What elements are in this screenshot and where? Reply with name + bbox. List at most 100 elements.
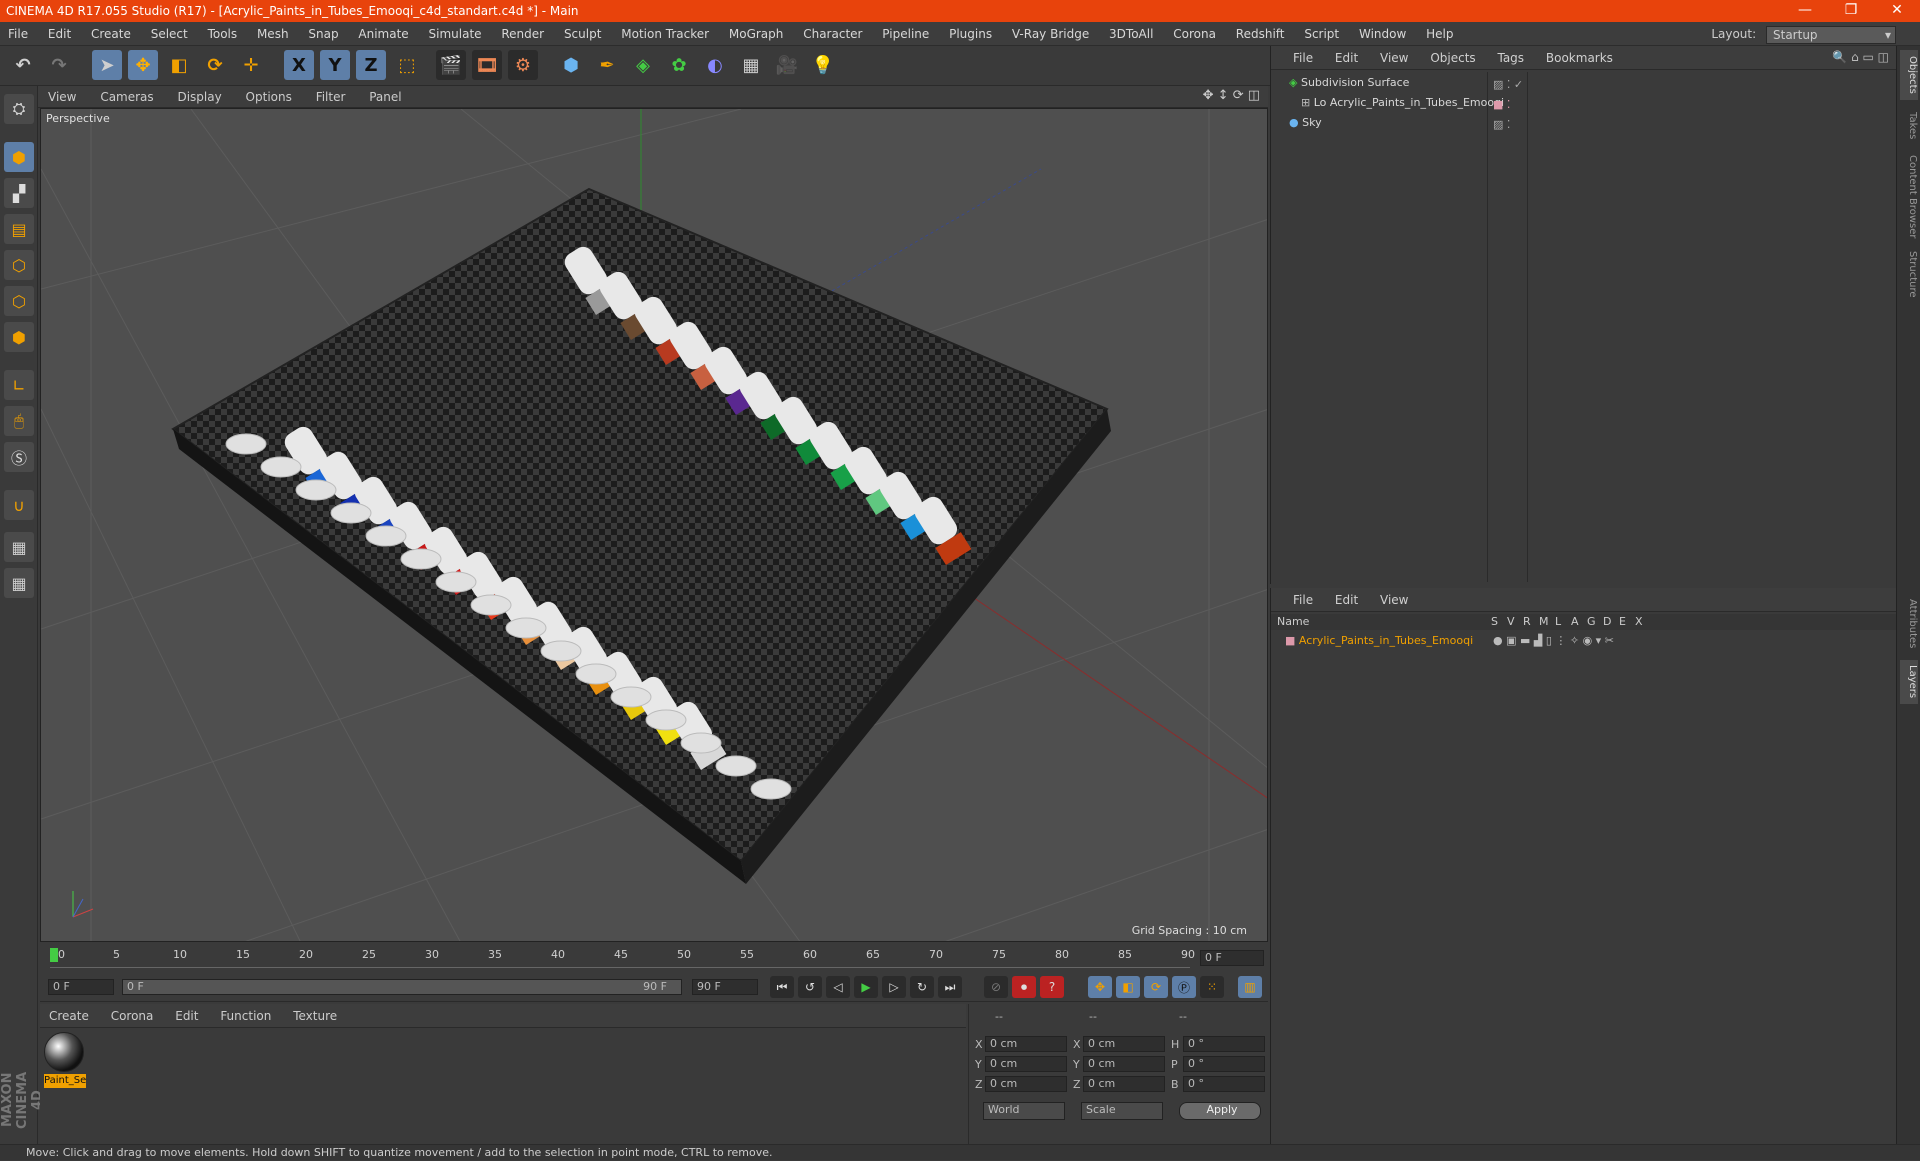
workplane-icon[interactable]: ▤ — [4, 214, 34, 244]
menu-redshift[interactable]: Redshift — [1228, 22, 1293, 46]
points-mode-icon[interactable]: ⬡ — [4, 250, 34, 280]
menu-vray-bridge[interactable]: V-Ray Bridge — [1004, 22, 1097, 46]
menu-window[interactable]: Window — [1351, 22, 1414, 46]
material-menu-edit[interactable]: Edit — [166, 1004, 207, 1028]
current-frame-field[interactable]: 0 F — [1200, 950, 1264, 966]
previous-frame-icon[interactable]: ◁ — [826, 976, 850, 998]
tab-content-browser[interactable]: Content Browser — [1900, 152, 1918, 242]
menu-animate[interactable]: Animate — [350, 22, 416, 46]
redo-icon[interactable]: ↷ — [44, 50, 74, 80]
key-position-icon[interactable]: ✥ — [1088, 976, 1112, 998]
record-keys-icon[interactable]: ⏺ — [1012, 976, 1036, 998]
layer-menu-file[interactable]: File — [1271, 588, 1322, 612]
previous-key-icon[interactable]: ↺ — [798, 976, 822, 998]
polygons-mode-icon[interactable]: ⬢ — [4, 322, 34, 352]
render-picture-viewer-icon[interactable]: 🎞 — [472, 50, 502, 80]
next-frame-icon[interactable]: ▷ — [882, 976, 906, 998]
model-mode-icon[interactable]: ⬢ — [4, 142, 34, 172]
menu-create[interactable]: Create — [83, 22, 139, 46]
coordinate-space-dropdown[interactable]: World — [983, 1102, 1065, 1120]
autokey-icon[interactable]: ? — [1040, 976, 1064, 998]
object-menu-objects[interactable]: Objects — [1421, 46, 1484, 70]
render-view-icon[interactable]: 🎬 — [436, 50, 466, 80]
z-axis-toggle[interactable]: Z — [356, 50, 386, 80]
menu-render[interactable]: Render — [493, 22, 552, 46]
locked-workplane-icon[interactable]: ▦ — [4, 532, 34, 562]
tab-objects[interactable]: Objects — [1900, 50, 1918, 100]
menu-corona[interactable]: Corona — [1165, 22, 1224, 46]
menu-snap[interactable]: Snap — [300, 22, 346, 46]
material-tag-icon[interactable]: ■ ⁚ — [1493, 98, 1510, 111]
object-menu-view[interactable]: View — [1371, 46, 1417, 70]
tweak-mode-icon[interactable]: 🖱 — [4, 406, 34, 436]
menu-3dtoall[interactable]: 3DToAll — [1101, 22, 1161, 46]
material-menu-function[interactable]: Function — [211, 1004, 280, 1028]
end-frame-field[interactable]: 90 F — [692, 979, 758, 995]
key-rotation-icon[interactable]: ⟳ — [1144, 976, 1168, 998]
expand-icon[interactable]: ⊞ — [1301, 96, 1310, 109]
position-x-field[interactable]: 0 cm — [985, 1036, 1067, 1052]
object-row-subdivision-surface[interactable]: ◈ Subdivision Surface — [1289, 74, 1409, 92]
menu-help[interactable]: Help — [1418, 22, 1461, 46]
close-button[interactable]: ✕ — [1874, 0, 1920, 22]
move-tool-icon[interactable]: ✥ — [128, 50, 158, 80]
menu-select[interactable]: Select — [143, 22, 196, 46]
cloner-icon[interactable]: ✿ — [664, 50, 694, 80]
menu-tools[interactable]: Tools — [200, 22, 246, 46]
menu-mograph[interactable]: MoGraph — [721, 22, 792, 46]
object-menu-bookmarks[interactable]: Bookmarks — [1537, 46, 1622, 70]
play-icon[interactable]: ▶ — [854, 976, 878, 998]
go-to-start-icon[interactable]: ⏮ — [770, 976, 794, 998]
menu-character[interactable]: Character — [795, 22, 870, 46]
object-row-acrylic-paints[interactable]: ⊞ Lo Acrylic_Paints_in_Tubes_Emooqi — [1301, 94, 1504, 112]
coordinate-mode-dropdown[interactable]: Scale — [1081, 1102, 1163, 1120]
layer-menu-edit[interactable]: Edit — [1326, 588, 1367, 612]
object-row-sky[interactable]: ● Sky — [1289, 114, 1322, 132]
material-menu-corona[interactable]: Corona — [102, 1004, 163, 1028]
playhead[interactable] — [50, 948, 58, 962]
menu-simulate[interactable]: Simulate — [421, 22, 490, 46]
tab-structure[interactable]: Structure — [1900, 246, 1918, 302]
layer-toggle-icons[interactable]: ● ▣ ▬ ▟ ▯ ⋮ ✧ ◉ ▾ ✂ — [1493, 634, 1614, 647]
camera-icon[interactable]: 🎥 — [772, 50, 802, 80]
solo-mode-icon[interactable]: Ⓢ — [4, 442, 34, 472]
tab-takes[interactable]: Takes — [1900, 106, 1918, 146]
go-to-end-icon[interactable]: ⏭ — [938, 976, 962, 998]
edges-mode-icon[interactable]: ⬡ — [4, 286, 34, 316]
key-scale-icon[interactable]: ◧ — [1116, 976, 1140, 998]
menu-sculpt[interactable]: Sculpt — [556, 22, 609, 46]
timeline-window-icon[interactable]: ▥ — [1238, 976, 1262, 998]
rotation-p-field[interactable]: 0 ° — [1183, 1056, 1265, 1072]
scale-tool-icon[interactable]: ◧ — [164, 50, 194, 80]
apply-button[interactable]: Apply — [1179, 1102, 1261, 1120]
menu-file[interactable]: File — [0, 22, 36, 46]
key-parameter-icon[interactable]: Ⓟ — [1172, 976, 1196, 998]
viewport-menu-filter[interactable]: Filter — [306, 86, 356, 108]
size-y-field[interactable]: 0 cm — [1083, 1056, 1165, 1072]
light-icon[interactable]: 💡 — [808, 50, 838, 80]
preview-range-slider[interactable]: 0 F 90 F — [122, 979, 682, 995]
viewport-nav-icons[interactable]: ✥ ↕ ⟳ ◫ — [1203, 88, 1260, 103]
coordinate-system-icon[interactable]: ⬚ — [392, 50, 422, 80]
size-z-field[interactable]: 0 cm — [1083, 1076, 1165, 1092]
layer-menu-view[interactable]: View — [1371, 588, 1417, 612]
object-menu-file[interactable]: File — [1271, 46, 1322, 70]
viewport-menu-cameras[interactable]: Cameras — [90, 86, 163, 108]
material-swatch[interactable]: Paint_Se — [44, 1032, 86, 1088]
tab-layers[interactable]: Layers — [1900, 660, 1918, 704]
texture-mode-icon[interactable]: ▞ — [4, 178, 34, 208]
material-menu-create[interactable]: Create — [40, 1004, 98, 1028]
menu-edit[interactable]: Edit — [40, 22, 79, 46]
floor-icon[interactable]: ▦ — [736, 50, 766, 80]
make-editable-icon[interactable]: ⛭ — [4, 94, 34, 124]
y-axis-toggle[interactable]: Y — [320, 50, 350, 80]
key-pla-icon[interactable]: ⁙ — [1200, 976, 1224, 998]
viewport-menu-options[interactable]: Options — [236, 86, 302, 108]
restore-button[interactable]: ❐ — [1828, 0, 1874, 22]
live-selection-icon[interactable]: ✛ — [236, 50, 266, 80]
viewport-menu-panel[interactable]: Panel — [359, 86, 411, 108]
perspective-viewport[interactable]: Perspective Grid Spacing : 10 cm — [40, 108, 1268, 942]
snap-magnet-icon[interactable]: ∪ — [4, 490, 34, 520]
minimize-button[interactable]: — — [1782, 0, 1828, 22]
position-y-field[interactable]: 0 cm — [985, 1056, 1067, 1072]
